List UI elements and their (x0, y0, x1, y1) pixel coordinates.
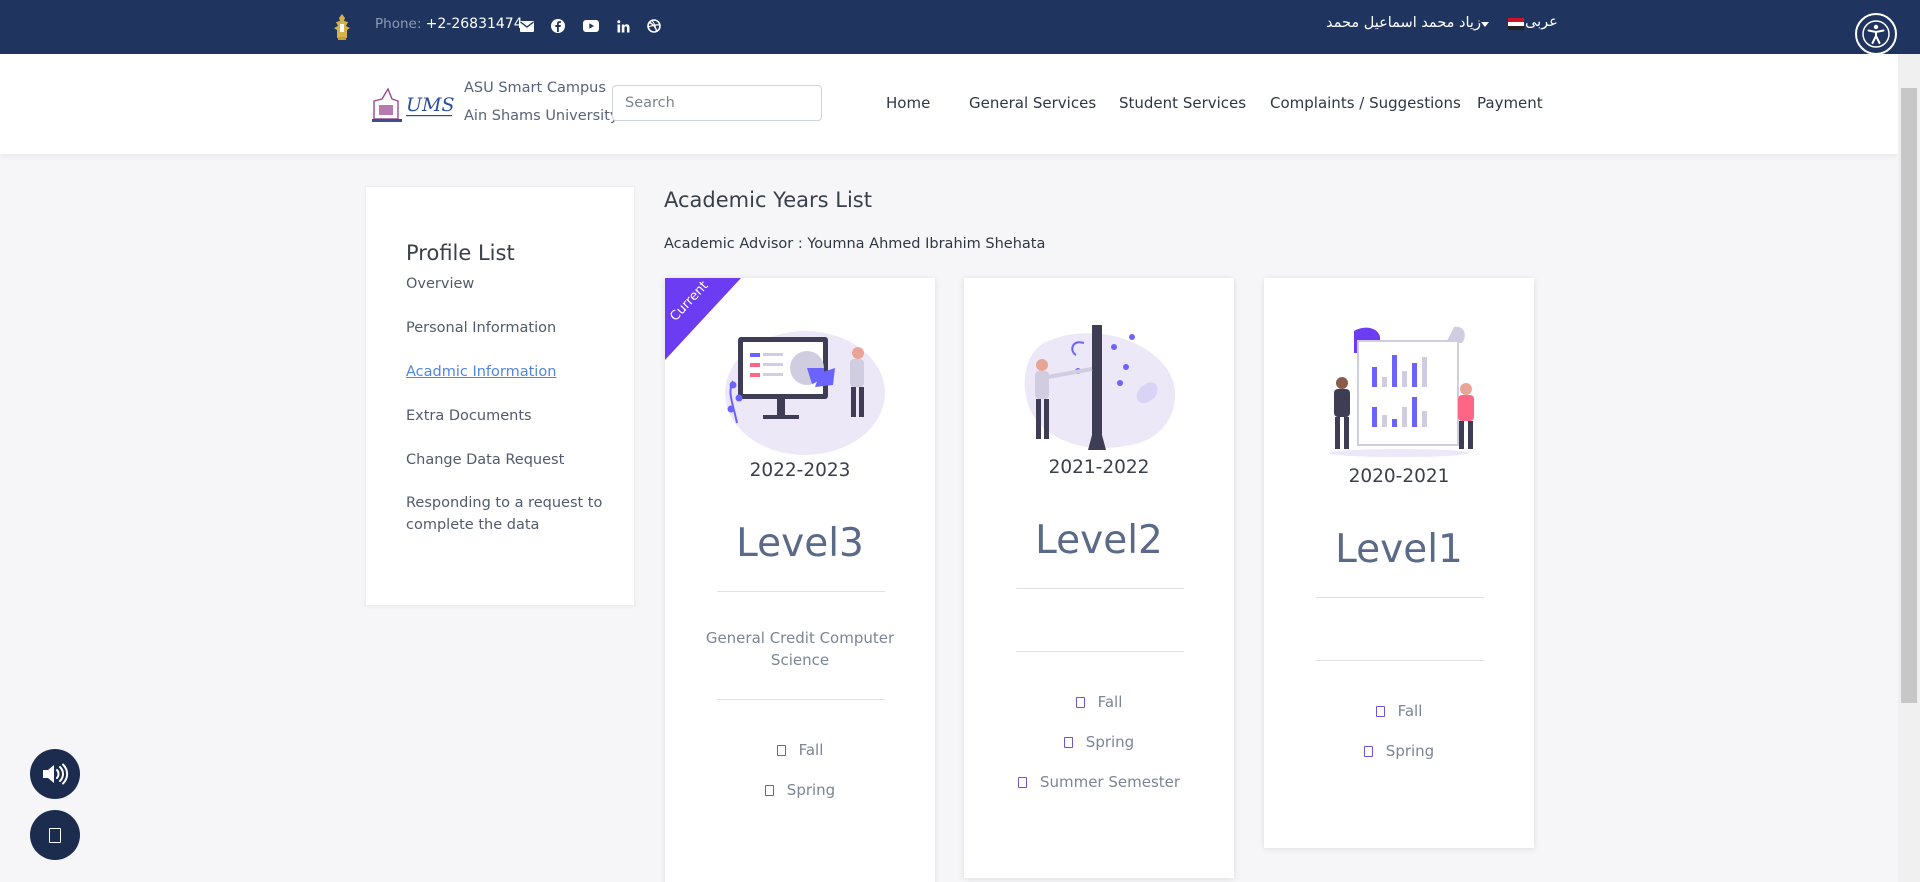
sidebar-item-complete-data-request[interactable]: Responding to a request to complete the … (406, 492, 606, 536)
divider (1316, 597, 1484, 598)
term-label: Fall (1097, 693, 1123, 711)
facebook-icon[interactable] (546, 14, 570, 38)
divider (1316, 660, 1484, 661)
checkbox-icon (49, 827, 61, 843)
divider (717, 591, 885, 592)
accessibility-icon[interactable] (1855, 13, 1897, 55)
phone-label: Phone: (375, 16, 422, 32)
nav-home[interactable]: Home (886, 94, 930, 112)
nav-payment[interactable]: Payment (1477, 94, 1543, 112)
term-label: Fall (1397, 702, 1423, 720)
term-label: Spring (1085, 733, 1135, 751)
level-label: Level1 (1335, 527, 1463, 572)
sidebar-item-personal-information[interactable]: Personal Information (406, 320, 556, 336)
mail-icon[interactable] (515, 14, 539, 38)
academic-year-card[interactable]: 2021-2022 Level2 Fall Spring Summer Seme… (964, 278, 1234, 878)
language-switch[interactable]: عربى (1525, 14, 1558, 30)
chart-board-illustration-icon (1329, 326, 1474, 457)
sidebar-item-overview[interactable]: Overview (406, 276, 474, 292)
brand-name[interactable]: ASU Smart Campus (464, 80, 606, 96)
term-item[interactable]: Spring (964, 733, 1234, 751)
presentation-illustration-icon (725, 331, 885, 455)
checkbox-icon (1017, 777, 1027, 788)
checkbox-icon (764, 785, 774, 796)
youtube-icon[interactable] (579, 14, 603, 38)
page-title: Academic Years List (664, 188, 872, 212)
term-item[interactable]: Summer Semester (964, 773, 1234, 791)
profile-sidebar: Profile List Overview Personal Informati… (365, 186, 635, 606)
academic-year: 2022-2023 (749, 460, 851, 481)
egypt-flag-icon[interactable] (1508, 18, 1524, 30)
academic-year-card[interactable]: Current 2022-2023 Level3 General Credit … (665, 278, 935, 882)
linkedin-icon[interactable] (611, 14, 635, 38)
scrollbar-thumb[interactable] (1901, 88, 1917, 703)
term-label: Spring (1385, 742, 1435, 760)
search-input[interactable] (612, 85, 822, 121)
nav-student-services[interactable]: Student Services (1119, 94, 1246, 112)
level-label: Level2 (1035, 518, 1163, 563)
divider (1016, 651, 1184, 652)
volume-icon (43, 763, 69, 785)
term-item[interactable]: Fall (964, 693, 1234, 711)
sidebar-title: Profile List (406, 241, 515, 265)
checkbox-icon (1363, 746, 1373, 757)
top-bar: Phone: +2-26831474 زياد محمد اسماعيل محم… (0, 0, 1920, 55)
phone-info: Phone: +2-26831474 (375, 16, 523, 32)
term-label: Spring (786, 781, 836, 799)
chevron-down-icon[interactable] (1481, 22, 1489, 27)
sidebar-item-change-data-request[interactable]: Change Data Request (406, 452, 564, 468)
divider (717, 699, 885, 700)
brand-university[interactable]: Ain Shams University. (464, 108, 621, 124)
divider (1016, 588, 1184, 589)
academic-year-card[interactable]: 2020-2021 Level1 Fall Spring (1264, 278, 1534, 848)
sidebar-item-academic-information[interactable]: Acadmic Information (406, 364, 556, 380)
floating-action-button[interactable] (30, 810, 80, 860)
level-label: Level3 (736, 521, 864, 566)
checkbox-icon (1063, 737, 1073, 748)
nav-complaints-suggestions[interactable]: Complaints / Suggestions (1270, 94, 1461, 112)
term-label: Summer Semester (1039, 773, 1181, 791)
nav-general-services[interactable]: General Services (969, 94, 1096, 112)
checkbox-icon (1375, 706, 1385, 717)
program-name: General Credit Computer Science (705, 629, 895, 669)
academic-advisor: Academic Advisor : Youmna Ahmed Ibrahim … (664, 236, 1046, 252)
sidebar-item-extra-documents[interactable]: Extra Documents (406, 408, 532, 424)
user-menu[interactable]: زياد محمد اسماعيل محمد (1326, 15, 1481, 31)
phone-number[interactable]: +2-26831474 (426, 16, 523, 32)
term-item[interactable]: Fall (665, 741, 935, 759)
text-to-speech-button[interactable] (30, 749, 80, 799)
logo-text: UMS (406, 94, 454, 116)
main-navbar: UMS ASU Smart Campus Ain Shams Universit… (0, 54, 1898, 154)
academic-year: 2021-2022 (1048, 457, 1150, 478)
term-item[interactable]: Spring (1264, 742, 1534, 760)
dribbble-icon[interactable] (642, 14, 666, 38)
checkbox-icon (1075, 697, 1085, 708)
checkbox-icon (776, 745, 786, 756)
academic-year: 2020-2021 (1348, 466, 1450, 487)
tree-illustration-icon (1024, 325, 1176, 450)
egypt-emblem-icon (334, 14, 350, 40)
term-item[interactable]: Fall (1264, 702, 1534, 720)
ums-logo[interactable]: UMS (370, 85, 460, 125)
term-item[interactable]: Spring (665, 781, 935, 799)
term-label: Fall (798, 741, 824, 759)
